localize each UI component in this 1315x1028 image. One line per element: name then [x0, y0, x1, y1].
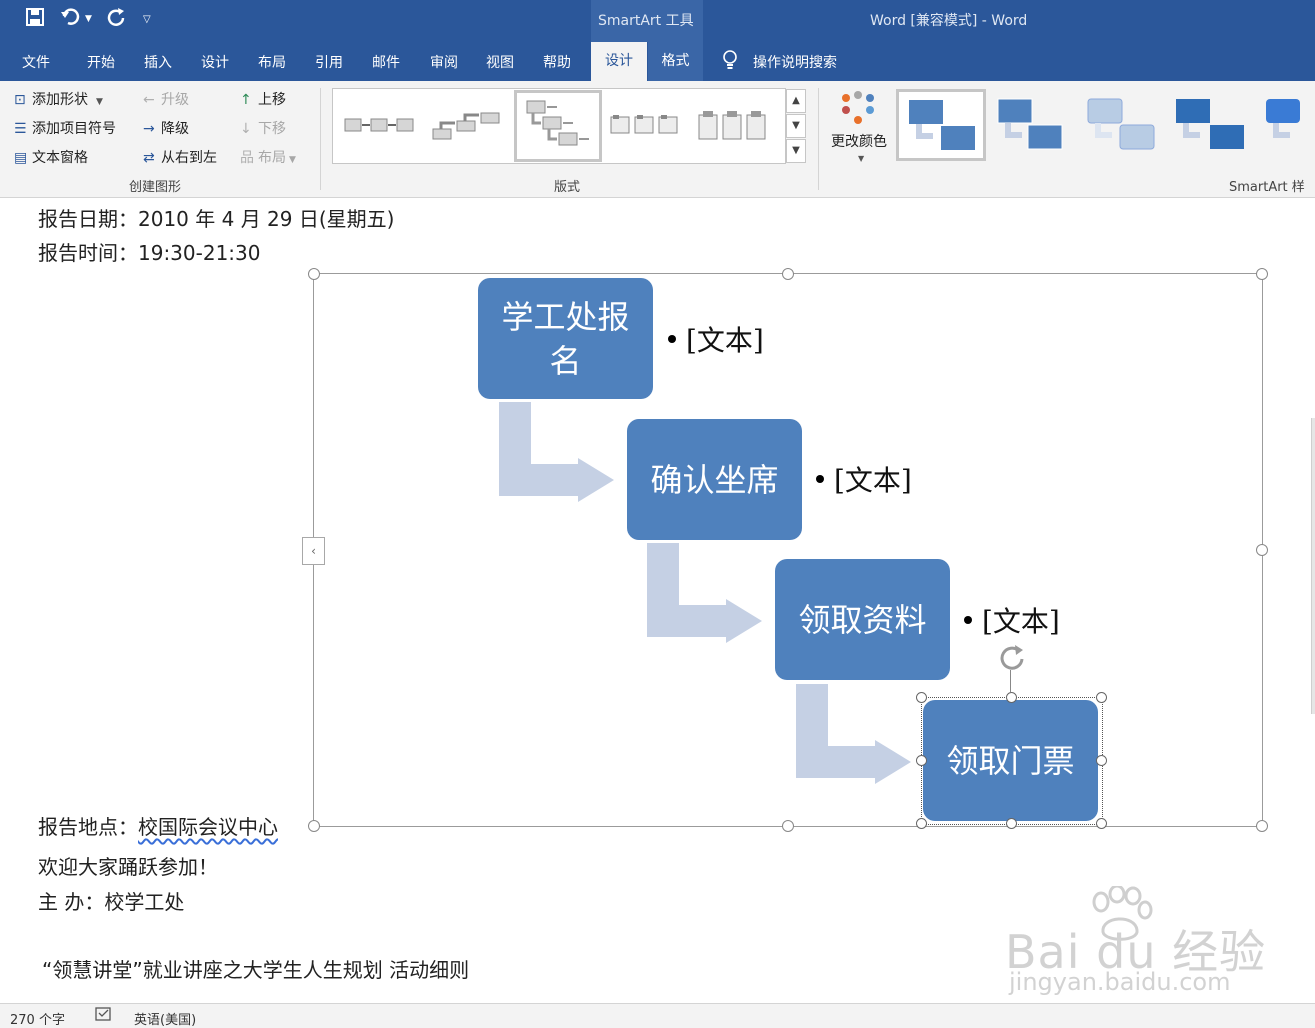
bent-arrow: [796, 684, 911, 784]
bullet-dot-icon: [964, 615, 972, 624]
shape-resize-handle[interactable]: [1096, 818, 1107, 829]
shape-resize-handle[interactable]: [916, 755, 927, 766]
bullet-label: [文本]: [834, 464, 912, 497]
baidu-jingyan-watermark: Bai du 经验 jingyan.baidu.com: [1005, 886, 1265, 996]
bullet-text[interactable]: [文本]: [668, 319, 764, 359]
rotate-stem: [1010, 670, 1011, 692]
shape-resize-handle[interactable]: [1096, 755, 1107, 766]
word-count[interactable]: 270 个字: [10, 1009, 65, 1028]
bullet-label: [文本]: [686, 324, 764, 357]
shape-resize-handle[interactable]: [916, 818, 927, 829]
proofing-icon[interactable]: [95, 1007, 113, 1027]
shape-selection-box: [921, 697, 1103, 825]
watermark-url: jingyan.baidu.com: [1009, 968, 1231, 996]
bullet-label: [文本]: [982, 605, 1060, 638]
shape-resize-handle[interactable]: [1096, 692, 1107, 703]
shape-resize-handle[interactable]: [1006, 818, 1017, 829]
scrollbar[interactable]: [1311, 418, 1315, 714]
process-node[interactable]: 确认坐席: [627, 419, 802, 540]
bullet-text[interactable]: [文本]: [964, 600, 1060, 640]
bullet-dot-icon: [816, 474, 824, 483]
bullet-dot-icon: [668, 334, 676, 343]
bullet-text[interactable]: [文本]: [816, 459, 912, 499]
process-node[interactable]: 领取资料: [775, 559, 950, 680]
shape-resize-handle[interactable]: [916, 692, 927, 703]
bent-arrow: [499, 402, 614, 502]
rotate-handle-icon[interactable]: [997, 642, 1027, 672]
bent-arrow: [647, 543, 762, 643]
process-node[interactable]: 学工处报名: [478, 278, 653, 399]
status-bar: 270 个字 英语(美国): [0, 1003, 1315, 1028]
shape-resize-handle[interactable]: [1006, 692, 1017, 703]
language-indicator[interactable]: 英语(美国): [134, 1009, 196, 1028]
